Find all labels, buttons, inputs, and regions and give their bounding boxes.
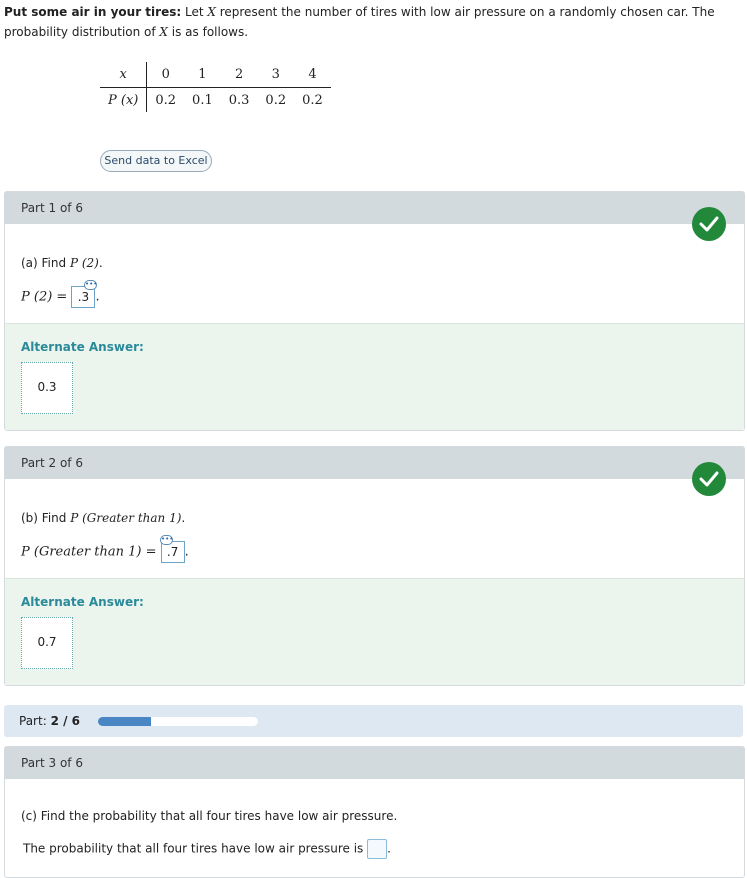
- answer-lhs: P (Greater than 1) =: [21, 544, 157, 560]
- answer-lhs: P (2) =: [21, 289, 68, 305]
- progress-value: 2 / 6: [50, 714, 80, 728]
- part-2-alternate: Alternate Answer: 0.7: [5, 578, 744, 685]
- part-3-answer-row: The probability that all four tires have…: [23, 839, 391, 859]
- part-2-question: (b) Find P (Greater than 1).: [21, 511, 185, 525]
- more-options-icon[interactable]: •••: [160, 535, 173, 545]
- part-1-panel: Part 1 of 6 (a) Find P (2). P (2) = .3 ••…: [4, 191, 745, 431]
- problem-title: Put some air in your tires:: [4, 5, 182, 19]
- question-math: P (2): [69, 256, 99, 270]
- question-text: (b) Find: [21, 511, 71, 525]
- question-math: P (Greater than 1): [70, 511, 182, 525]
- part-2-header: Part 2 of 6: [5, 447, 744, 479]
- x-value: 3: [257, 62, 295, 88]
- answer-period: .: [184, 544, 189, 560]
- alternate-answer-label: Alternate Answer:: [21, 595, 144, 609]
- part-1-alternate: Alternate Answer: 0.3: [5, 323, 744, 430]
- check-icon: [692, 207, 726, 241]
- more-options-icon[interactable]: •••: [84, 280, 97, 290]
- part-2-panel: Part 2 of 6 (b) Find P (Greater than 1).…: [4, 446, 745, 686]
- p-value: 0.2: [155, 92, 177, 108]
- part-3-panel: Part 3 of 6 (c) Find the probability tha…: [4, 746, 745, 878]
- question-suffix: .: [98, 256, 103, 270]
- problem-intro: Put some air in your tires: Let X repres…: [4, 2, 744, 42]
- answer-text: The probability that all four tires have…: [23, 841, 364, 856]
- progress-track: [98, 717, 258, 726]
- variable-x: X: [207, 5, 216, 19]
- alternate-answer-value: 0.7: [21, 617, 73, 669]
- p-label: P (x): [100, 87, 148, 112]
- p-value: 0.2: [302, 92, 323, 108]
- part-1-header: Part 1 of 6: [5, 192, 744, 224]
- variable-x: X: [159, 25, 168, 39]
- intro-text: Let: [181, 5, 208, 19]
- progress-label: Part: 2 / 6: [19, 705, 80, 737]
- part-3-header: Part 3 of 6: [5, 747, 744, 779]
- progress-label-text: Part:: [19, 714, 47, 728]
- part-1-answer-row: P (2) = .3 •••.: [21, 280, 100, 308]
- distribution-table: x 0 1 2 3 4 P (x) 0.2 0.1 0.3 0.2 0.2: [100, 62, 331, 112]
- send-to-excel-button[interactable]: Send data to Excel: [100, 150, 212, 172]
- x-label: x: [100, 62, 148, 88]
- part-3-question: (c) Find the probability that all four t…: [21, 809, 398, 823]
- p-value: 0.3: [228, 92, 250, 108]
- answer-input[interactable]: [367, 839, 388, 859]
- x-value: 4: [294, 62, 331, 88]
- progress-bar-panel: Part: 2 / 6: [4, 705, 743, 737]
- question-text: (a) Find: [21, 256, 70, 270]
- x-value: 1: [184, 62, 221, 88]
- p-value: 0.1: [192, 92, 213, 108]
- part-2-answer-row: P (Greater than 1) = .7 •••.: [21, 535, 189, 563]
- intro-text: is as follows.: [167, 25, 249, 39]
- x-value: 0: [146, 62, 185, 88]
- check-icon: [692, 462, 726, 496]
- part-1-question: (a) Find P (2).: [21, 256, 103, 270]
- alternate-answer-value: 0.3: [21, 362, 73, 414]
- p-value: 0.2: [265, 92, 287, 108]
- question-suffix: .: [181, 511, 186, 525]
- x-value: 2: [220, 62, 258, 88]
- alternate-answer-label: Alternate Answer:: [21, 340, 144, 354]
- progress-fill: [98, 717, 152, 726]
- answer-period: .: [95, 289, 100, 305]
- answer-period: .: [387, 841, 391, 856]
